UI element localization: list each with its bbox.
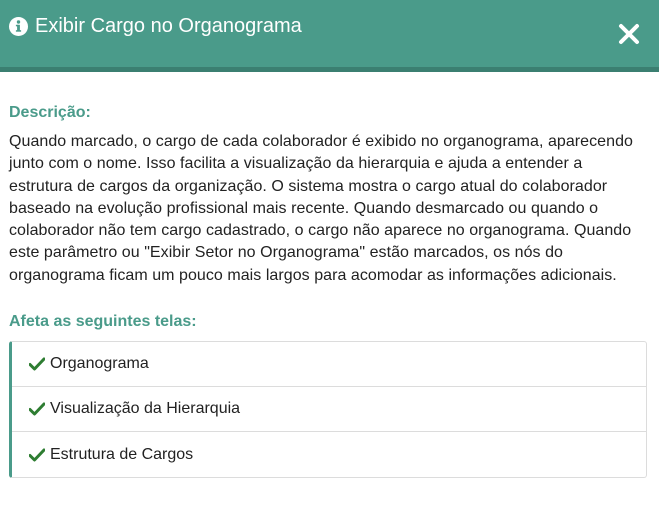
- affected-screens-label: Afeta as seguintes telas:: [9, 313, 197, 331]
- list-item-label: Estrutura de Cargos: [50, 445, 194, 463]
- list-item: Visualização da Hierarquia: [12, 387, 646, 433]
- modal-header: Exibir Cargo no Organograma: [0, 0, 659, 72]
- affected-screens-list: Organograma Visualização da Hierarquia E…: [9, 341, 647, 479]
- description-text: Quando marcado, o cargo de cada colabora…: [9, 133, 633, 284]
- modal-title-group: Exibir Cargo no Organograma: [9, 13, 302, 39]
- check-icon: [28, 357, 46, 371]
- close-button[interactable]: [617, 22, 641, 46]
- modal-title: Exibir Cargo no Organograma: [35, 15, 302, 37]
- description-label: Descrição:: [9, 104, 91, 121]
- check-icon: [28, 402, 46, 416]
- list-item: Organograma: [12, 342, 646, 388]
- list-item: Estrutura de Cargos: [12, 432, 646, 477]
- list-item-label: Organograma: [50, 355, 149, 373]
- list-item-label: Visualização da Hierarquia: [50, 400, 241, 418]
- info-circle-icon: [9, 16, 28, 36]
- modal-body: Descrição: Quando marcado, o cargo de ca…: [0, 103, 659, 479]
- check-icon: [28, 448, 46, 462]
- parameter-info-modal: Exibir Cargo no Organograma Descrição: Q…: [0, 0, 659, 510]
- close-icon[interactable]: [617, 22, 641, 46]
